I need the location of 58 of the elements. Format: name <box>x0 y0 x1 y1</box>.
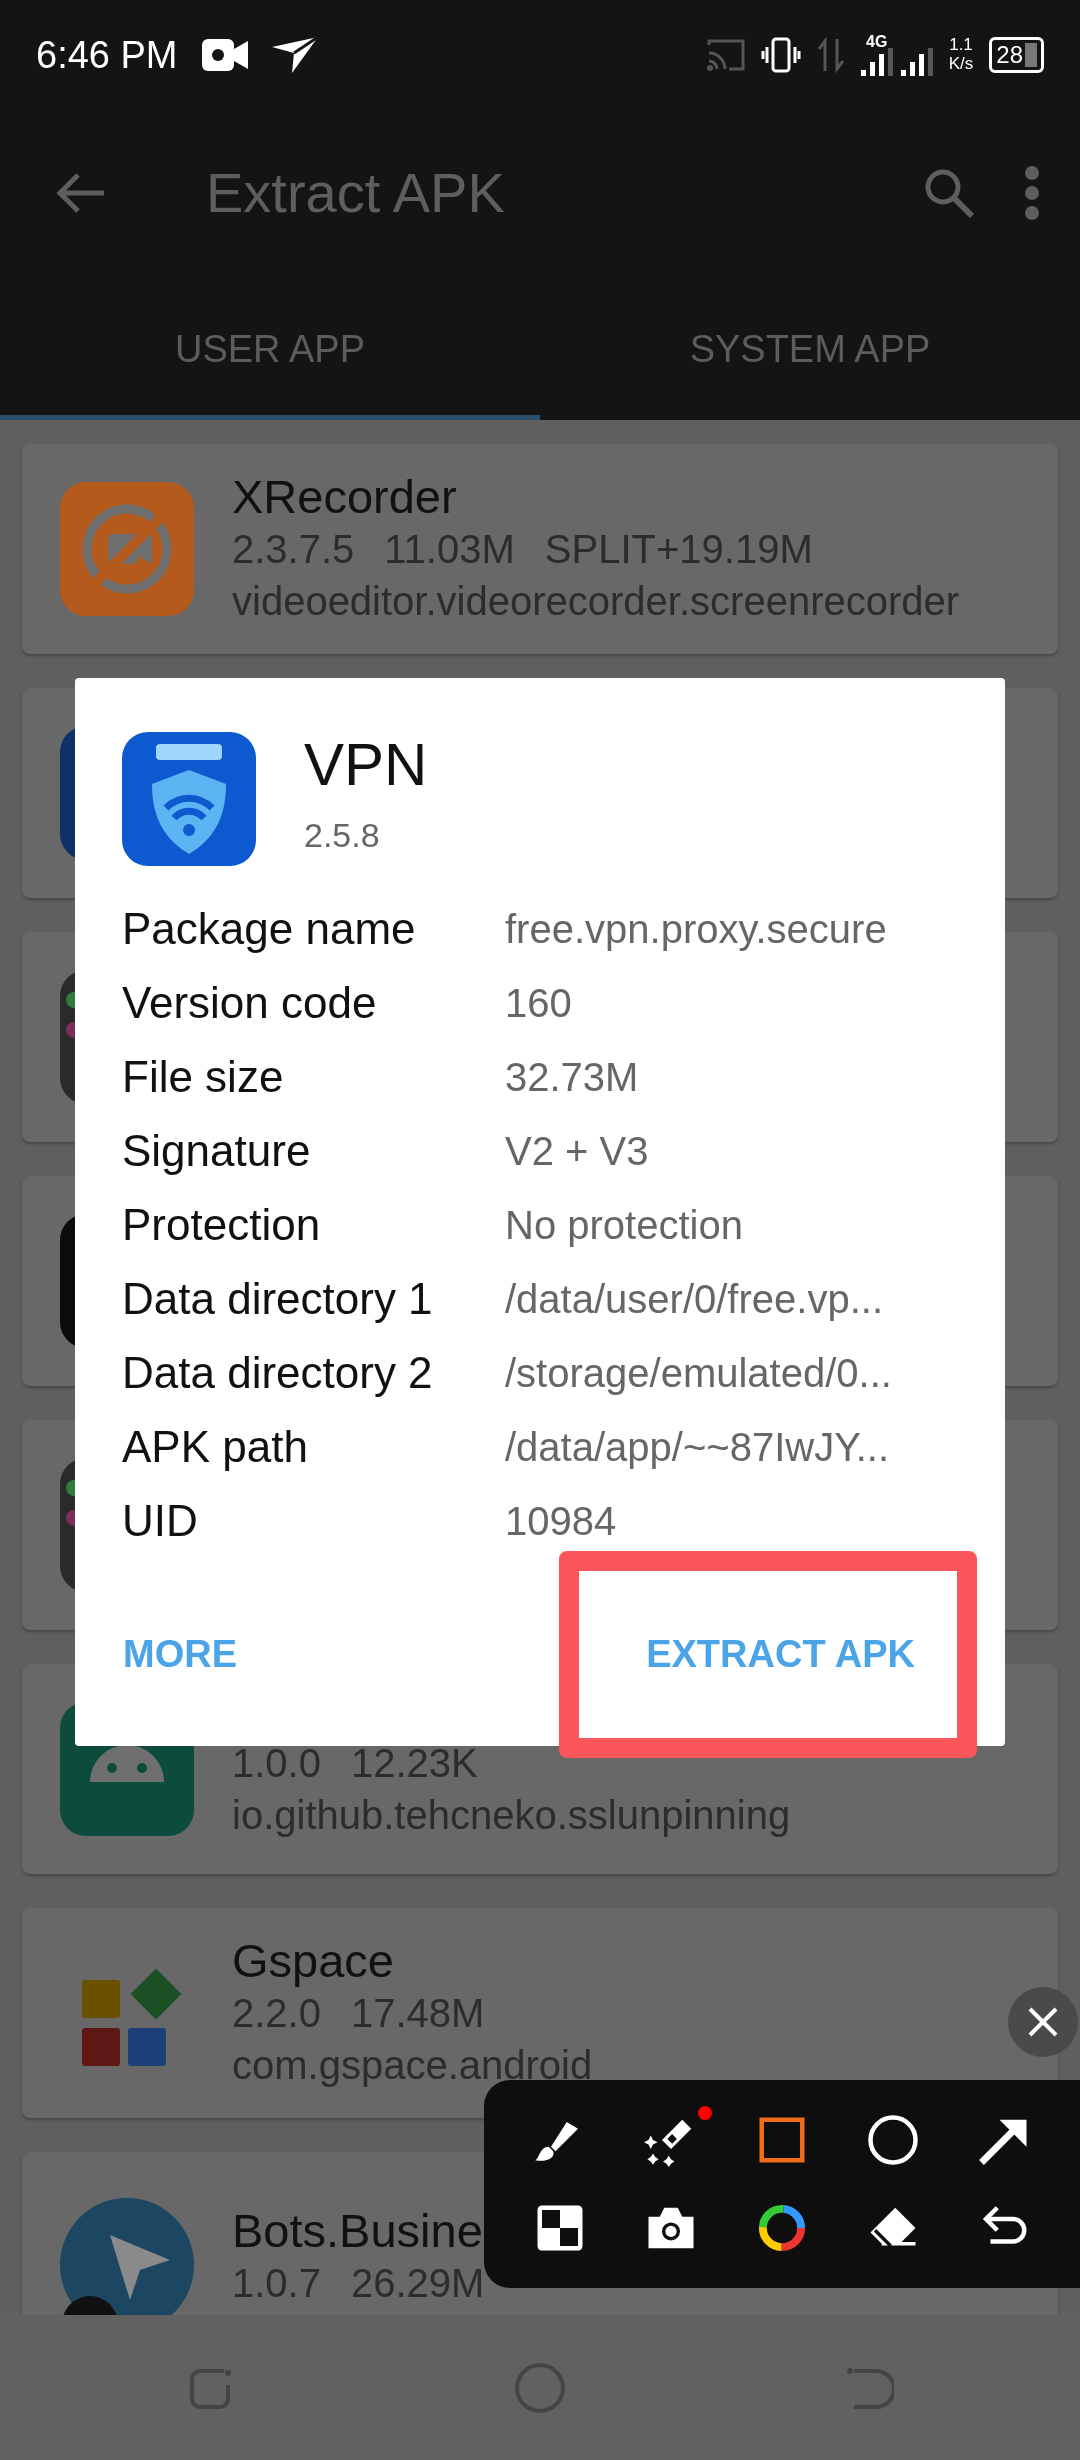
screen-title: Extract APK <box>206 159 505 226</box>
detail-value: free.vpn.proxy.secure <box>505 906 887 953</box>
detail-value: V2 + V3 <box>505 1128 649 1175</box>
back-arrow-icon[interactable] <box>56 171 106 214</box>
app-size: 26.29M <box>350 2259 485 2307</box>
battery-level-text: 28 <box>996 43 1023 67</box>
app-name: XRecorder <box>232 471 458 523</box>
detail-value: /storage/emulated/0... <box>505 1350 892 1397</box>
detail-label: UID <box>122 1495 199 1547</box>
detail-value: 160 <box>505 980 572 1027</box>
detail-label: APK path <box>122 1421 309 1473</box>
app-version: 1.0.0 <box>232 1740 321 1787</box>
detail-value: No protection <box>505 1202 743 1249</box>
cast-icon <box>706 39 745 71</box>
detail-label: Version code <box>122 977 378 1029</box>
app-title: VPN <box>304 732 428 798</box>
detail-label: Protection <box>122 1199 322 1251</box>
app-size: 17.48M <box>350 1989 485 2037</box>
speed-unit-text: K/s <box>948 55 974 74</box>
app-version: 1.0.7 <box>232 2259 321 2307</box>
network-text: 4G <box>866 34 888 50</box>
package-name: io.github.tehcneko.sslunpinning <box>232 1792 791 1839</box>
detail-label: Signature <box>122 1125 312 1177</box>
clock-text: 6:46 PM <box>36 32 178 78</box>
detail-value: /data/user/0/free.vp... <box>505 1276 883 1323</box>
app-version: 2.3.7.5 <box>232 525 355 573</box>
detail-label: File size <box>122 1051 285 1103</box>
detail-value: 32.73M <box>505 1054 639 1101</box>
tab[interactable]: SYSTEM APP <box>540 275 1080 420</box>
detail-label: Package name <box>122 903 417 955</box>
detail-label: Data directory 2 <box>122 1347 434 1399</box>
app-name: Bots.Busine <box>232 2205 484 2257</box>
more-options-icon[interactable] <box>1024 164 1040 221</box>
app-name: Gspace <box>232 1935 395 1987</box>
detail-value: /data/app/~~87IwJY... <box>505 1424 889 1471</box>
package-name: com.gspace.android <box>232 2041 593 2089</box>
detail-value: 10984 <box>505 1498 617 1545</box>
app-size: 12.23K <box>350 1740 478 1787</box>
vibrate-icon <box>760 37 801 73</box>
app-card[interactable]: XRecorder 2.3.7.5 11.03M SPLIT+19.19M videoeditor.videorecorder.screenrecorder <box>22 444 1058 654</box>
tab[interactable]: USER APP <box>0 275 540 420</box>
split-size: SPLIT+19.19M <box>544 525 813 573</box>
video-camera-icon <box>201 37 248 73</box>
battery-fill <box>1025 43 1037 67</box>
package-name: videoeditor.videorecorder.screenrecorder <box>232 577 960 625</box>
speed-text: 1.1 <box>949 36 973 55</box>
app-icon <box>60 482 194 616</box>
app-version: 2.5.8 <box>304 815 381 856</box>
vpn-shield-icon <box>122 732 256 866</box>
detail-label: Data directory 1 <box>122 1273 434 1325</box>
close-icon <box>1026 2005 1060 2039</box>
signal-icon <box>900 48 933 76</box>
text-button[interactable]: EXTRACT APK <box>559 1551 977 1758</box>
app-version: 2.2.0 <box>232 1989 321 2037</box>
signal-icon <box>860 48 893 76</box>
data-arrows-icon <box>816 37 845 73</box>
app-size: 11.03M <box>384 525 515 573</box>
paper-plane-icon <box>271 35 318 75</box>
